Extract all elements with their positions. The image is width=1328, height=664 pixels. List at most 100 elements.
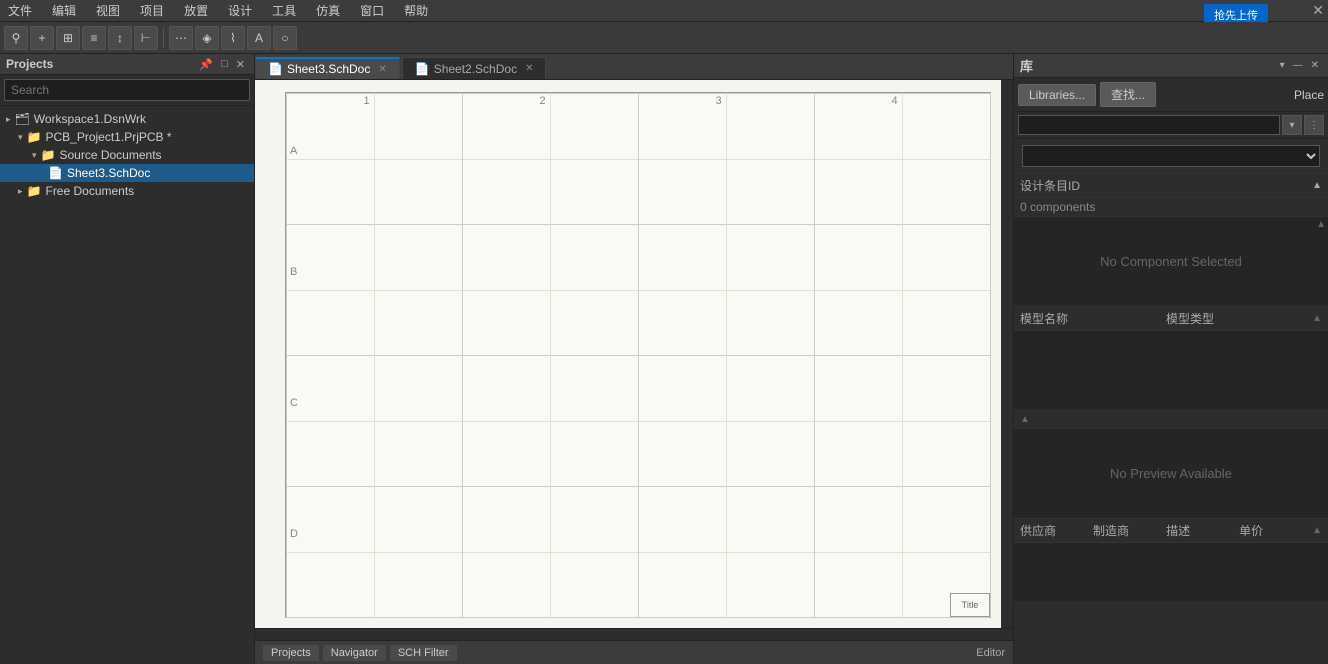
lib-search-dropdown-btn[interactable]: ▾	[1282, 115, 1302, 135]
schematic-sheet: A B C D 1 2 3 4 Title	[285, 92, 991, 618]
tab-sheet2-close[interactable]: ✕	[525, 63, 533, 74]
lib-search-input[interactable]	[1018, 115, 1280, 135]
model-section-collapse-icon[interactable]: ▲	[1312, 313, 1322, 324]
menu-file[interactable]: 文件	[4, 0, 36, 21]
col-label-4: 4	[891, 95, 897, 107]
components-count: 0 components	[1014, 198, 1328, 217]
description-col-header: 描述	[1166, 522, 1239, 539]
workspace-label: Workspace1.DsnWrk	[34, 112, 146, 126]
left-panel-header: Projects 📌 □ ✕	[0, 54, 254, 75]
libraries-button[interactable]: Libraries...	[1018, 84, 1096, 106]
bottom-tabs: Projects Navigator SCH Filter	[263, 645, 457, 661]
title-block-text: Title	[962, 600, 979, 610]
model-header: 模型名称 模型类型 ▲	[1014, 307, 1328, 331]
grid-v-1	[462, 93, 463, 617]
grid-v-0	[286, 93, 287, 617]
lib-panel-controls: ▾ — ✕	[1277, 60, 1322, 71]
sourcedocs-expand-icon: ▾	[32, 150, 37, 161]
menu-view[interactable]: 视图	[92, 0, 124, 21]
toolbar-grid-btn[interactable]: ⊞	[56, 26, 80, 50]
sourcedocs-label: Source Documents	[59, 148, 161, 162]
toolbar-add-btn[interactable]: +	[30, 26, 54, 50]
toolbar-component-btn[interactable]: ◈	[195, 26, 219, 50]
tree-sheet3[interactable]: 📄 Sheet3.SchDoc	[0, 164, 254, 182]
schematic-area[interactable]: A B C D 1 2 3 4 Title	[255, 80, 1001, 628]
sheet3-label: Sheet3.SchDoc	[67, 166, 150, 180]
toolbar-align-btn[interactable]: ≡	[82, 26, 106, 50]
lib-search-options-btn[interactable]: ⋮	[1304, 115, 1324, 135]
toolbar-ellipse-btn[interactable]: ○	[273, 26, 297, 50]
lib-dropdown-row	[1014, 139, 1328, 174]
panel-pin-btn[interactable]: 📌	[196, 58, 216, 71]
preview-header: ▲	[1014, 411, 1328, 429]
project-expand-icon: ▾	[18, 132, 23, 143]
menu-edit[interactable]: 编辑	[48, 0, 80, 21]
supplier-section-collapse-icon[interactable]: ▲	[1312, 525, 1322, 536]
col-label-1: 1	[363, 95, 369, 107]
supplier-header: 供应商 制造商 描述 单价 ▲	[1014, 519, 1328, 543]
grid-v-m2	[550, 93, 551, 617]
bottom-tab-navigator[interactable]: Navigator	[323, 645, 386, 661]
menu-help[interactable]: 帮助	[400, 0, 432, 21]
right-panel-header: 库 ▾ — ✕	[1014, 54, 1328, 78]
lib-search-row: ▾ ⋮	[1014, 112, 1328, 139]
search-button[interactable]: 查找...	[1100, 82, 1156, 107]
toolbar-ruler-btn[interactable]: ⊢	[134, 26, 158, 50]
design-id-row: 设计条目ID ▲	[1014, 174, 1328, 198]
supplier-col-header: 供应商	[1020, 522, 1093, 539]
lib-panel-float-btn[interactable]: ▾	[1277, 60, 1288, 71]
model-name-col-header: 模型名称	[1020, 310, 1166, 327]
no-preview-text: No Preview Available	[1110, 466, 1232, 481]
toolbar-filter-btn[interactable]: ⚲	[4, 26, 28, 50]
toolbar-text-btn[interactable]: A	[247, 26, 271, 50]
place-button[interactable]: Place	[1294, 88, 1324, 102]
tab-sheet3-close[interactable]: ✕	[378, 64, 386, 75]
lib-panel-close-btn[interactable]: ✕	[1308, 60, 1322, 71]
freedocs-expand-icon: ▸	[18, 186, 23, 197]
row-label-C: C	[290, 397, 298, 409]
schematic-canvas: A B C D 1 2 3 4 Title	[255, 80, 1001, 628]
vertical-scrollbar[interactable]	[1001, 80, 1013, 628]
workspace-icon: 🗂	[15, 112, 30, 126]
tree-free-docs[interactable]: ▸ 📁 Free Documents	[0, 182, 254, 200]
sheet3-icon: 📄	[268, 62, 283, 76]
panel-float-btn[interactable]: □	[218, 58, 231, 71]
tab-sheet2[interactable]: 📄 Sheet2.SchDoc ✕	[402, 57, 547, 79]
menu-design[interactable]: 设计	[224, 0, 256, 21]
menu-tools[interactable]: 工具	[268, 0, 300, 21]
tree-project[interactable]: ▾ 📁 PCB_Project1.PrjPCB *	[0, 128, 254, 146]
lib-dropdown[interactable]	[1022, 145, 1320, 167]
tab-sheet3[interactable]: 📄 Sheet3.SchDoc ✕	[255, 57, 400, 79]
tab-sheet3-label: Sheet3.SchDoc	[287, 62, 370, 76]
preview-section-collapse-icon[interactable]: ▲	[1020, 414, 1030, 425]
panel-close-btn[interactable]: ✕	[233, 58, 248, 71]
toolbar-bus-btn[interactable]: ⋯	[169, 26, 193, 50]
tree-workspace[interactable]: ▸ 🗂 Workspace1.DsnWrk	[0, 110, 254, 128]
grid-v-3	[814, 93, 815, 617]
freedocs-label: Free Documents	[45, 184, 134, 198]
component-preview-area: No Component Selected ▲	[1014, 217, 1328, 307]
menu-place[interactable]: 放置	[180, 0, 212, 21]
toolbar-arrow-btn[interactable]: ↕	[108, 26, 132, 50]
panel-controls: 📌 □ ✕	[196, 58, 248, 71]
schematic-wrapper: A B C D 1 2 3 4 Title	[255, 80, 1013, 628]
row-label-A: A	[290, 145, 297, 157]
menu-window[interactable]: 窗口	[356, 0, 388, 21]
menu-sim[interactable]: 仿真	[312, 0, 344, 21]
bottom-tab-sch-filter[interactable]: SCH Filter	[390, 645, 457, 661]
component-section-collapse-icon[interactable]: ▲	[1316, 219, 1326, 230]
tab-bar: 📄 Sheet3.SchDoc ✕ 📄 Sheet2.SchDoc ✕	[255, 54, 1013, 80]
horizontal-scrollbar[interactable]	[255, 628, 1013, 640]
lib-panel-minimize-btn[interactable]: —	[1290, 60, 1306, 71]
grid-v-2	[638, 93, 639, 617]
bottom-tab-projects[interactable]: Projects	[263, 645, 319, 661]
toolbar-wire-btn[interactable]: ⌇	[221, 26, 245, 50]
sheet3-file-icon: 📄	[48, 166, 63, 180]
menu-project[interactable]: 项目	[136, 0, 168, 21]
project-tree: ▸ 🗂 Workspace1.DsnWrk ▾ 📁 PCB_Project1.P…	[0, 106, 254, 664]
tree-source-docs[interactable]: ▾ 📁 Source Documents	[0, 146, 254, 164]
search-input[interactable]	[4, 79, 250, 101]
project-icon: 📁	[27, 130, 42, 144]
close-window-icon[interactable]: ✕	[1312, 2, 1324, 19]
design-id-collapse-icon[interactable]: ▲	[1312, 180, 1322, 191]
